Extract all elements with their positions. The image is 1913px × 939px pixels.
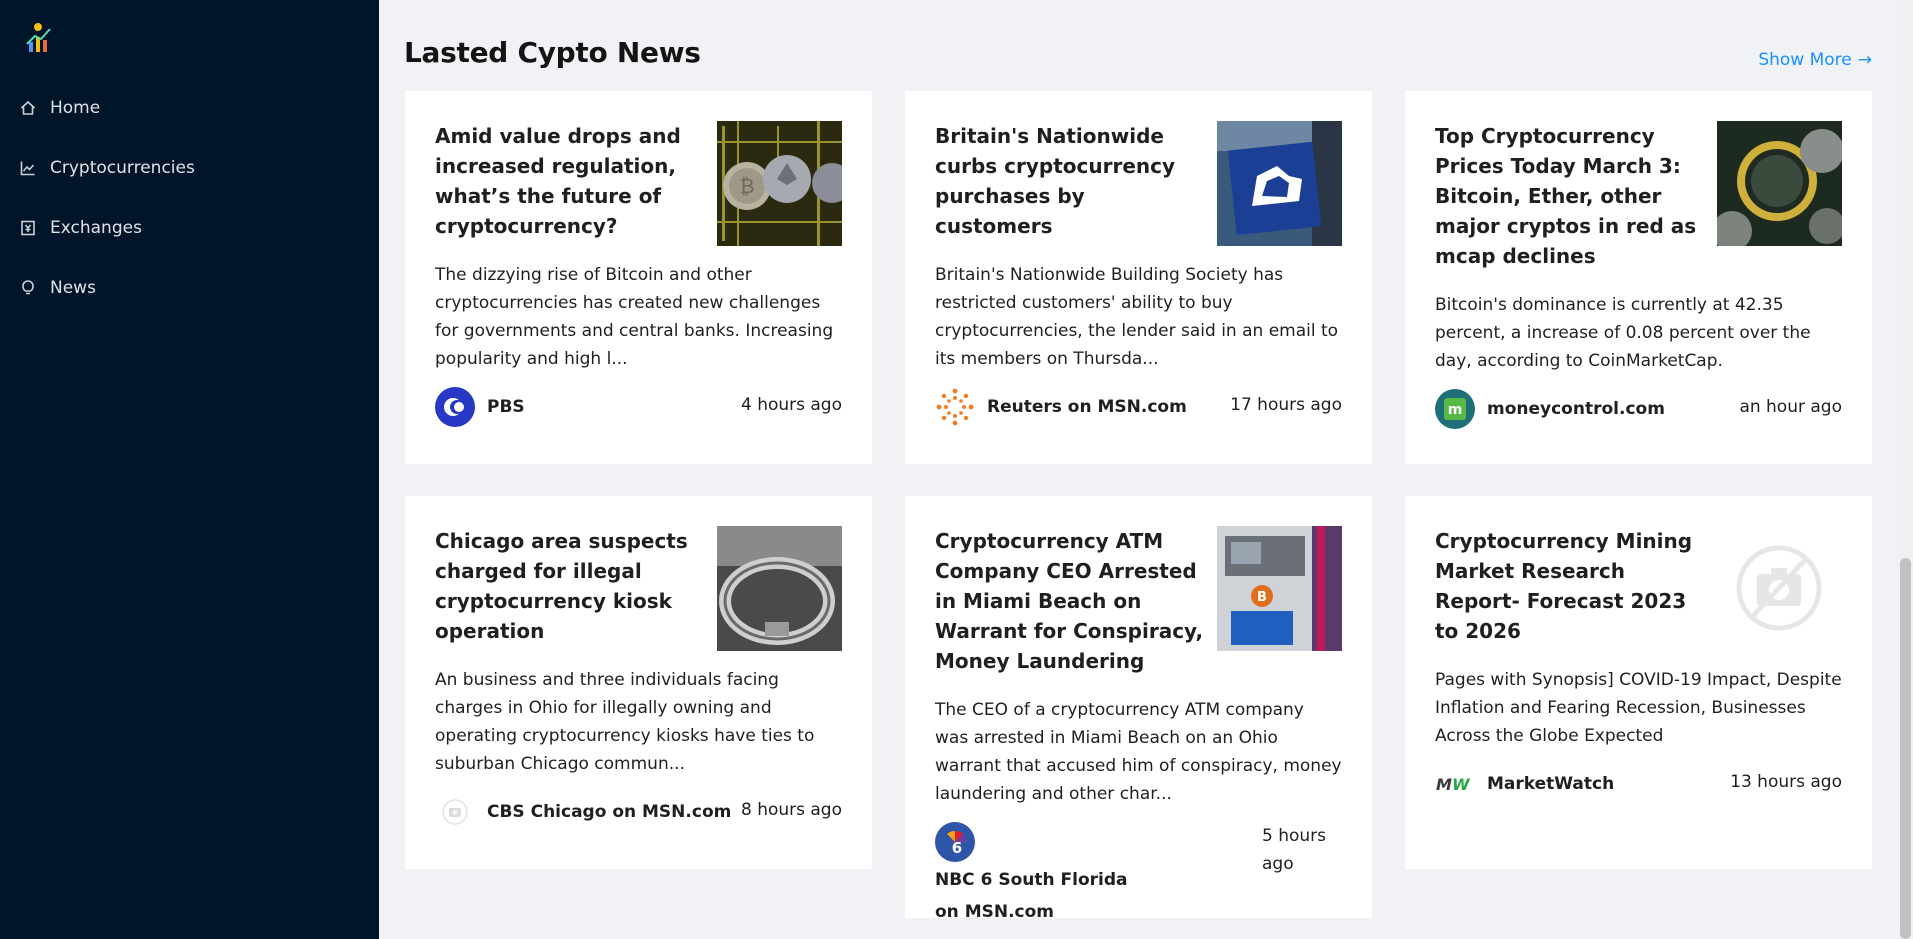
news-title: Britain's Nationwide curbs cryptocurrenc…	[935, 124, 1176, 238]
news-provider: MW MarketWatch	[1435, 764, 1614, 804]
pbs-logo-icon	[435, 387, 475, 427]
arrow-right-icon: →	[1857, 50, 1872, 70]
chart-icon	[20, 160, 36, 176]
news-card[interactable]: Cryptocurrency ATM Company CEO Arrested …	[905, 496, 1372, 922]
news-footer: m moneycontrol.com an hour ago	[1435, 389, 1842, 429]
reuters-logo-icon	[935, 387, 975, 427]
news-time: 4 hours ago	[740, 395, 842, 415]
home-icon	[20, 100, 36, 116]
svg-text:B: B	[1257, 590, 1267, 605]
news-title: Top Cryptocurrency Prices Today March 3:…	[1435, 124, 1697, 268]
show-more-label: Show More	[1758, 50, 1852, 70]
news-thumbnail	[1717, 121, 1842, 246]
news-description: The dizzying rise of Bitcoin and other c…	[435, 265, 834, 369]
news-footer: 6 NBC 6 South Florida on MSN.com 5 hours…	[935, 822, 1342, 928]
news-footer: PBS 4 hours ago	[435, 387, 842, 427]
news-thumbnail	[717, 526, 842, 651]
bulb-icon	[20, 280, 36, 296]
news-thumbnail: ₿	[717, 121, 842, 246]
news-footer: CBS Chicago on MSN.com 8 hours ago	[435, 792, 842, 832]
news-footer: MW MarketWatch 13 hours ago	[1435, 764, 1842, 804]
sidebar-item-label: Cryptocurrencies	[50, 158, 195, 178]
moneycontrol-logo-icon: m	[1435, 389, 1475, 429]
svg-text:M: M	[1436, 775, 1452, 794]
provider-name: NBC 6 South Florida on MSN.com	[935, 870, 1128, 922]
news-title: Amid value drops and increased regulatio…	[435, 124, 681, 238]
news-time: 8 hours ago	[740, 800, 842, 820]
sidebar: Home Cryptocurrencies Exchanges News	[0, 0, 379, 939]
news-time: 17 hours ago	[1230, 395, 1342, 415]
news-provider: CBS Chicago on MSN.com	[435, 792, 731, 832]
news-description: An business and three individuals facing…	[435, 670, 815, 774]
main-content: Lasted Cypto News Show More → Amid value…	[379, 0, 1898, 939]
news-card[interactable]: Britain's Nationwide curbs cryptocurrenc…	[905, 91, 1372, 464]
nbc6-logo-icon: 6	[935, 822, 975, 862]
news-description: Bitcoin's dominance is currently at 42.3…	[1435, 295, 1811, 371]
sidebar-item-label: News	[50, 278, 96, 298]
news-time: 5 hours ago	[1262, 826, 1327, 874]
news-title: Cryptocurrency Mining Market Research Re…	[1435, 529, 1693, 643]
svg-text:6: 6	[952, 839, 962, 856]
sidebar-item-cryptocurrencies[interactable]: Cryptocurrencies	[0, 138, 379, 198]
news-card[interactable]: Top Cryptocurrency Prices Today March 3:…	[1405, 91, 1872, 464]
camera-placeholder-icon	[435, 792, 475, 832]
news-provider: Reuters on MSN.com	[935, 387, 1187, 427]
money-collect-icon	[20, 220, 36, 236]
news-time: 13 hours ago	[1730, 772, 1842, 792]
sidebar-item-news[interactable]: News	[0, 258, 379, 318]
sidebar-item-exchanges[interactable]: Exchanges	[0, 198, 379, 258]
news-thumbnail: B	[1217, 526, 1342, 651]
news-footer: Reuters on MSN.com 17 hours ago	[935, 387, 1342, 427]
news-provider: PBS	[435, 387, 525, 427]
news-card[interactable]: Cryptocurrency Mining Market Research Re…	[1405, 496, 1872, 869]
provider-name: PBS	[487, 397, 525, 417]
news-description: The CEO of a cryptocurrency ATM company …	[935, 700, 1342, 804]
provider-name: CBS Chicago on MSN.com	[487, 802, 732, 822]
show-more-link[interactable]: Show More →	[1758, 50, 1872, 70]
news-title: Cryptocurrency ATM Company CEO Arrested …	[935, 529, 1204, 673]
svg-text:₿: ₿	[740, 174, 755, 198]
sidebar-menu: Home Cryptocurrencies Exchanges News	[0, 78, 379, 318]
news-title: Chicago area suspects charged for illega…	[435, 529, 688, 643]
news-card[interactable]: Chicago area suspects charged for illega…	[405, 496, 872, 869]
news-thumbnail-placeholder	[1717, 526, 1842, 651]
provider-name: Reuters on MSN.com	[987, 397, 1187, 417]
scrollbar-thumb[interactable]	[1900, 558, 1911, 939]
sidebar-item-home[interactable]: Home	[0, 78, 379, 138]
news-description: Britain's Nationwide Building Society ha…	[935, 265, 1339, 369]
news-thumbnail	[1217, 121, 1342, 246]
provider-name: moneycontrol.com	[1487, 399, 1665, 419]
app-logo-icon[interactable]	[24, 22, 54, 56]
provider-name: MarketWatch	[1487, 774, 1615, 794]
svg-text:W: W	[1452, 775, 1471, 794]
news-card[interactable]: Amid value drops and increased regulatio…	[405, 91, 872, 464]
svg-text:m: m	[1448, 402, 1463, 418]
marketwatch-logo-icon: MW	[1435, 764, 1475, 804]
news-description: Pages with Synopsis] COVID-19 Impact, De…	[1435, 670, 1842, 746]
news-time: an hour ago	[1739, 397, 1842, 417]
sidebar-item-label: Home	[50, 98, 101, 118]
section-title: Lasted Cypto News	[404, 36, 701, 69]
news-provider: m moneycontrol.com	[1435, 389, 1665, 429]
news-provider: 6 NBC 6 South Florida on MSN.com	[935, 822, 1185, 928]
page-scrollbar[interactable]	[1898, 0, 1913, 939]
sidebar-item-label: Exchanges	[50, 218, 142, 238]
